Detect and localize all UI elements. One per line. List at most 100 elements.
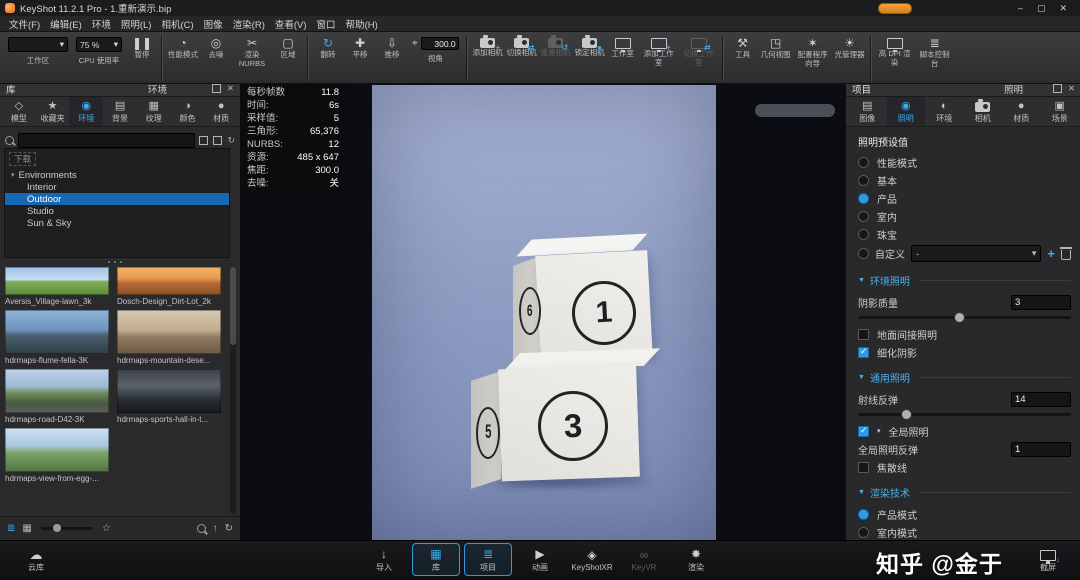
project-tab-material2[interactable]: ● 材质	[1002, 97, 1041, 126]
toolbar-button-geometry[interactable]: ◳ 几何视图	[759, 34, 793, 68]
collapse-icon[interactable]: ▼	[858, 489, 865, 496]
technique-radio-0[interactable]: 产品模式	[858, 505, 1071, 523]
list-view-icon[interactable]: ≣	[7, 523, 15, 534]
preset-radio-4[interactable]: 珠宝	[858, 225, 1071, 243]
maximize-button[interactable]: ▢	[1037, 3, 1046, 14]
ray-bounces-input[interactable]	[1011, 391, 1071, 407]
toolbar-button-dolly[interactable]: ⇩ 推移	[376, 34, 408, 60]
delete-preset-icon[interactable]	[1060, 246, 1072, 260]
toolbar-button-pan[interactable]: ✚ 平移	[344, 34, 376, 60]
dock-panel-icon[interactable]	[1052, 84, 1062, 93]
environment-thumbnail[interactable]: hdrmaps-mountain-dese...	[117, 310, 221, 365]
toolbar-button-nurbs[interactable]: ✂ 渲染NURBS	[232, 34, 272, 68]
menu-item[interactable]: 帮助(H)	[341, 17, 383, 31]
project-tab-image[interactable]: ▤ 图像	[848, 97, 887, 126]
project-tab-environment2[interactable]: ◐ 环境	[925, 97, 964, 126]
dock-item-project[interactable]: ≣ 项目	[464, 543, 512, 576]
sync-icon[interactable]: ↻	[225, 523, 233, 534]
dock-item-vr[interactable]: ∞ KeyVR	[620, 543, 668, 576]
close-panel-icon[interactable]: ✕	[1068, 83, 1075, 94]
dock-item-xr[interactable]: ◈ KeyShotXR	[568, 543, 616, 576]
project-tab-scene[interactable]: ▣ 场景	[1041, 97, 1080, 126]
menu-item[interactable]: 渲染(R)	[228, 17, 270, 31]
project-tab-lighting[interactable]: ◉ 照明	[886, 97, 925, 126]
section-general-lighting[interactable]: ▼ 通用照明	[858, 370, 1071, 385]
refine-shadows-checkbox[interactable]: 细化阴影	[858, 343, 1071, 361]
toolbar-button-tools[interactable]: ⚒ 工具	[727, 34, 759, 68]
toolbar-button-wizard[interactable]: ✶ 配置程序向导	[793, 34, 833, 68]
tree-item-environments[interactable]: ▾ Environments	[5, 169, 229, 181]
favorite-icon[interactable]: ☆	[102, 523, 111, 534]
toolbar-button-camera-switch[interactable]: ⇄ 切换相机	[505, 34, 539, 58]
section-render-technique[interactable]: ▼ 渲染技术	[858, 485, 1071, 500]
library-tab-favorites[interactable]: ★ 收藏夹	[36, 97, 70, 126]
menu-item[interactable]: 窗口	[312, 17, 341, 31]
expander-icon[interactable]: ▾	[11, 171, 15, 179]
toolbar-button-pause[interactable]: ❚❚ 暂停	[126, 34, 158, 60]
menu-item[interactable]: 照明(L)	[116, 17, 157, 31]
shadow-quality-slider[interactable]	[858, 312, 1071, 323]
ground-indirect-checkbox[interactable]: 地面间接照明	[858, 325, 1071, 343]
preset-radio-1[interactable]: 基本	[858, 171, 1071, 189]
caustics-checkbox[interactable]: 焦散线	[858, 458, 1071, 476]
menu-item[interactable]: 相机(C)	[156, 17, 198, 31]
toolbar-button-denoise[interactable]: ◎ 去噪	[200, 34, 232, 68]
toolbar-button-script[interactable]: ≣ 脚本控制台	[915, 34, 955, 68]
dock-item-render[interactable]: ✸ 渲染	[672, 543, 720, 576]
toolbar-button-studio-switch[interactable]: ⇄ 切换工作室	[679, 34, 719, 67]
collapse-icon[interactable]: ▼	[858, 374, 865, 381]
panel-splitter-handle[interactable]	[0, 258, 230, 265]
toolbar-button-camera-reset[interactable]: ↺ 重置相机	[539, 34, 573, 58]
custom-preset-dropdown[interactable]: - ▾	[911, 245, 1042, 262]
grid-view-icon[interactable]: ▦	[22, 523, 31, 534]
preset-radio-0[interactable]: 性能模式	[858, 153, 1071, 171]
tree-item-outdoor[interactable]: Outdoor	[5, 193, 229, 205]
upload-icon[interactable]: ↑	[213, 523, 218, 534]
preset-radio-2[interactable]: 产品	[858, 189, 1071, 207]
close-button[interactable]: ✕	[1059, 3, 1067, 14]
zoom-search-icon[interactable]	[196, 524, 206, 533]
cpu-dropdown[interactable]: 75 % ▾	[76, 37, 122, 52]
menu-item[interactable]: 查看(V)	[270, 17, 312, 31]
library-tab-color[interactable]: ◑ 颜色	[171, 97, 205, 126]
library-tab-backplate[interactable]: ▤ 背景	[103, 97, 137, 126]
project-tab-camera-tab[interactable]: 相机	[964, 97, 1003, 126]
environment-thumbnail[interactable]: hdrmaps-flume-fella-3K	[5, 310, 109, 365]
shadow-quality-input[interactable]	[1011, 294, 1071, 310]
library-tab-environment[interactable]: ◉ 环境	[69, 97, 104, 126]
menu-item[interactable]: 环境	[87, 17, 116, 31]
add-preset-button[interactable]: +	[1047, 247, 1055, 260]
global-illumination-checkbox[interactable]: ▾ 全局照明	[858, 422, 1071, 440]
gi-expander-icon[interactable]: ▾	[877, 427, 881, 435]
library-tab-material[interactable]: ● 材质	[204, 97, 238, 126]
realtime-viewport[interactable]: 每秒帧数 11.8 时间: 6s 采样值: 5 三角形: 65,376 NURBS: 12 资源: 4…	[240, 81, 845, 540]
section-environment-lighting[interactable]: ▼ 环境照明	[858, 273, 1071, 288]
ray-bounces-slider[interactable]	[858, 409, 1071, 420]
menu-item[interactable]: 文件(F)	[4, 17, 45, 31]
technique-radio-1[interactable]: 室内模式	[858, 523, 1071, 540]
menu-item[interactable]: 图像	[199, 17, 228, 31]
library-tab-model[interactable]: ◇ 模型	[2, 97, 36, 126]
dock-panel-icon[interactable]	[211, 84, 221, 93]
workspace-dropdown[interactable]: ▾	[8, 37, 68, 52]
dock-item-screenshot[interactable]: ↓ 截屏	[1022, 543, 1074, 576]
fov-input[interactable]	[420, 37, 459, 50]
toolbar-button-flip[interactable]: ↻ 翻转	[312, 34, 344, 60]
refresh-icon[interactable]: ↻	[227, 135, 235, 146]
environment-thumbnail[interactable]: hdrmaps-view-from-egg-...	[5, 428, 109, 483]
dock-item-cloud-library[interactable]: ☁ 云库	[10, 543, 62, 576]
environment-thumbnail[interactable]: Dosch-Design_Dirt-Lot_2k	[117, 267, 221, 306]
library-scrollbar[interactable]	[230, 267, 236, 514]
render-image[interactable]: 6 1 5 3	[372, 85, 716, 540]
filter-icon[interactable]	[199, 135, 209, 145]
search-input[interactable]	[18, 132, 196, 148]
minimize-button[interactable]: –	[1018, 3, 1023, 14]
tree-item-studio[interactable]: Studio	[5, 205, 229, 217]
tree-item-sun-sky[interactable]: Sun & Sky	[5, 217, 229, 229]
menu-item[interactable]: 编辑(E)	[45, 17, 87, 31]
environment-thumbnail[interactable]: hdrmaps-road-D42-3K	[5, 369, 109, 424]
tree-item-interior[interactable]: Interior	[5, 181, 229, 193]
custom-radio[interactable]	[858, 248, 869, 259]
toolbar-button-studio[interactable]: 工作室	[607, 34, 639, 67]
toolbar-button-light-manager[interactable]: ☀ 光管理器	[833, 34, 867, 68]
